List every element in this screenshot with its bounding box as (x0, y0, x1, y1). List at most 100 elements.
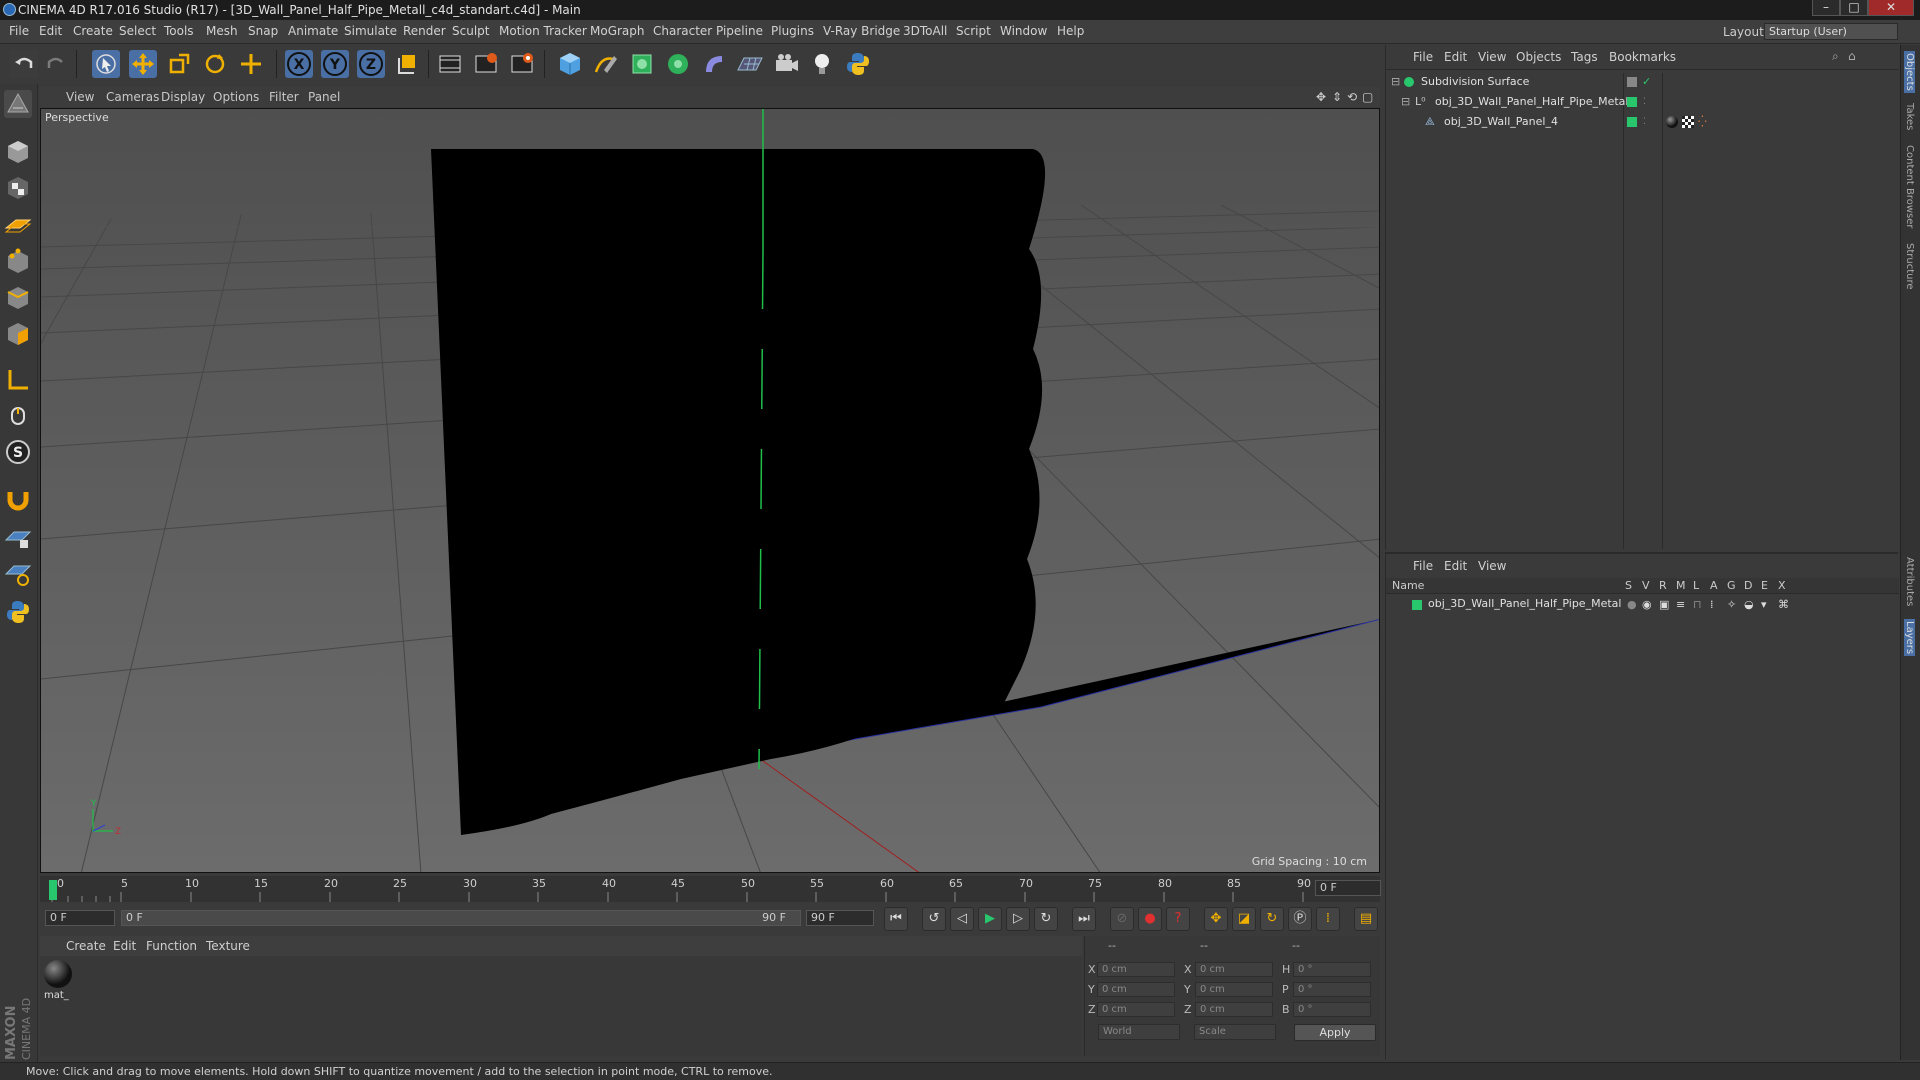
column-name[interactable]: Name (1392, 579, 1424, 592)
column-xrefs[interactable]: X (1778, 579, 1786, 592)
enabled-check-icon[interactable]: ✓ (1642, 73, 1651, 91)
material-menu-function[interactable]: Function (146, 939, 197, 953)
menu-motion-tracker[interactable]: Motion Tracker (499, 24, 587, 38)
viewport-zoom-icon[interactable]: ⇕ (1332, 90, 1342, 104)
lock-toggle-icon[interactable]: ⊓ (1693, 598, 1702, 611)
scale-tool-icon[interactable] (165, 50, 193, 78)
viewport-menu-display[interactable]: Display (161, 90, 205, 104)
coordinate-system-icon[interactable] (394, 50, 422, 78)
model-mode-icon[interactable] (4, 138, 32, 166)
menu-vray-bridge[interactable]: V-Ray Bridge (823, 24, 900, 38)
tab-layers[interactable]: Layers (1904, 619, 1915, 657)
go-to-end-icon[interactable]: ⏭ (1072, 907, 1096, 931)
rotation-h-field[interactable]: 0 ° (1293, 962, 1371, 977)
edges-mode-icon[interactable] (4, 284, 32, 312)
size-z-field[interactable]: 0 cm (1195, 1002, 1273, 1017)
home-icon[interactable]: ⌂ (1848, 49, 1856, 63)
tab-takes[interactable]: Takes (1904, 103, 1915, 130)
snap-icon[interactable]: S (4, 438, 32, 466)
object-name[interactable]: obj_3D_Wall_Panel_4 (1444, 113, 1558, 131)
viewport-menu-view[interactable]: View (66, 90, 94, 104)
menu-select[interactable]: Select (119, 24, 156, 38)
xref-toggle-icon[interactable]: ⌘ (1778, 598, 1789, 611)
points-mode-icon[interactable] (4, 248, 32, 276)
column-render[interactable]: R (1659, 579, 1667, 592)
layer-color-icon[interactable] (1627, 117, 1637, 127)
menu-mograph[interactable]: MoGraph (590, 24, 645, 38)
previous-frame-icon[interactable]: ◁ (950, 907, 974, 931)
material-menu-edit[interactable]: Edit (113, 939, 136, 953)
phong-tag-icon[interactable]: ⁛ (1698, 113, 1707, 131)
subdivision-surface-icon[interactable] (628, 50, 656, 78)
frame-range-slider[interactable]: 0 F 90 F (121, 910, 801, 926)
render-picture-viewer-icon[interactable] (472, 50, 500, 78)
render-toggle-icon[interactable]: ▣ (1659, 598, 1669, 611)
menu-plugins[interactable]: Plugins (771, 24, 814, 38)
camera-icon[interactable] (772, 50, 800, 78)
menu-mesh[interactable]: Mesh (206, 24, 238, 38)
expression-toggle-icon[interactable]: ▾ (1761, 598, 1767, 611)
column-locked[interactable]: L (1693, 579, 1699, 592)
viewport-move-icon[interactable]: ✥ (1316, 90, 1326, 104)
layer-icon[interactable] (1627, 77, 1637, 87)
start-frame-field[interactable]: 0 F (45, 910, 115, 926)
material-menu-texture[interactable]: Texture (206, 939, 250, 953)
view-toggle-icon[interactable]: ◉ (1642, 598, 1652, 611)
x-axis-lock-icon[interactable]: X (285, 50, 313, 78)
workplane-lock-icon[interactable] (4, 524, 32, 552)
uvw-tag-icon[interactable] (1682, 116, 1694, 128)
collapse-icon[interactable]: ⊟ (1391, 73, 1400, 91)
previous-keyframe-icon[interactable]: ↺ (922, 907, 946, 931)
cube-primitive-icon[interactable] (556, 50, 584, 78)
material-tag-icon[interactable] (1666, 116, 1678, 128)
viewport-menu-panel[interactable]: Panel (308, 90, 340, 104)
menu-tools[interactable]: Tools (164, 24, 194, 38)
visibility-dots-icon[interactable]: ⁚ (1643, 93, 1646, 111)
next-keyframe-icon[interactable]: ↻ (1034, 907, 1058, 931)
coordinate-space-select[interactable]: World (1098, 1024, 1180, 1040)
menu-window[interactable]: Window (1000, 24, 1047, 38)
object-menu-objects[interactable]: Objects (1516, 50, 1561, 64)
menu-edit[interactable]: Edit (39, 24, 62, 38)
object-row[interactable]: ⊟ L⁰ obj_3D_Wall_Panel_Half_Pipe_Metal ⁚ (1385, 93, 1898, 111)
column-view[interactable]: V (1642, 579, 1650, 592)
recent-tool-icon[interactable] (237, 50, 265, 78)
column-generators[interactable]: G (1727, 579, 1736, 592)
rotate-tool-icon[interactable] (201, 50, 229, 78)
object-menu-view[interactable]: View (1478, 50, 1506, 64)
object-menu-file[interactable]: File (1413, 50, 1433, 64)
position-x-field[interactable]: 0 cm (1097, 962, 1175, 977)
position-y-field[interactable]: 0 cm (1097, 982, 1175, 997)
menu-sculpt[interactable]: Sculpt (452, 24, 489, 38)
move-tool-icon[interactable] (129, 50, 157, 78)
object-menu-edit[interactable]: Edit (1444, 50, 1467, 64)
render-view-icon[interactable] (436, 50, 464, 78)
size-x-field[interactable]: 0 cm (1195, 962, 1273, 977)
material-name[interactable]: mat_ (44, 990, 69, 1001)
object-menu-tags[interactable]: Tags (1571, 50, 1598, 64)
render-settings-icon[interactable] (508, 50, 536, 78)
layer-color-icon[interactable] (1627, 97, 1637, 107)
coordinate-mode-select[interactable]: Scale (1194, 1024, 1276, 1040)
end-frame-field[interactable]: 90 F (806, 910, 874, 926)
menu-simulate[interactable]: Simulate (344, 24, 397, 38)
material-swatch[interactable] (44, 960, 72, 988)
apply-button[interactable]: Apply (1294, 1024, 1376, 1041)
manager-toggle-icon[interactable]: ≡ (1676, 598, 1685, 611)
column-solo[interactable]: S (1625, 579, 1632, 592)
collapse-icon[interactable]: ⊟ (1401, 93, 1410, 111)
current-frame-field[interactable]: 0 F (1315, 880, 1381, 896)
layout-select[interactable]: Startup (User) (1764, 23, 1898, 40)
axis-mode-icon[interactable] (4, 366, 32, 394)
python-script-icon[interactable] (4, 598, 32, 626)
menu-3dtoall[interactable]: 3DToAll (903, 24, 947, 38)
animation-toggle-icon[interactable]: ⁞ (1710, 598, 1714, 611)
go-to-start-icon[interactable]: ⏮ (884, 907, 908, 931)
spline-pen-icon[interactable] (592, 50, 620, 78)
record-position-icon[interactable]: ✥ (1204, 907, 1228, 931)
viewport-perspective[interactable]: Y Z Perspective Grid Spacing : 10 cm (40, 108, 1380, 873)
position-z-field[interactable]: 0 cm (1097, 1002, 1175, 1017)
column-manager[interactable]: M (1676, 579, 1686, 592)
layer-menu-edit[interactable]: Edit (1444, 559, 1467, 573)
object-menu-bookmarks[interactable]: Bookmarks (1609, 50, 1676, 64)
